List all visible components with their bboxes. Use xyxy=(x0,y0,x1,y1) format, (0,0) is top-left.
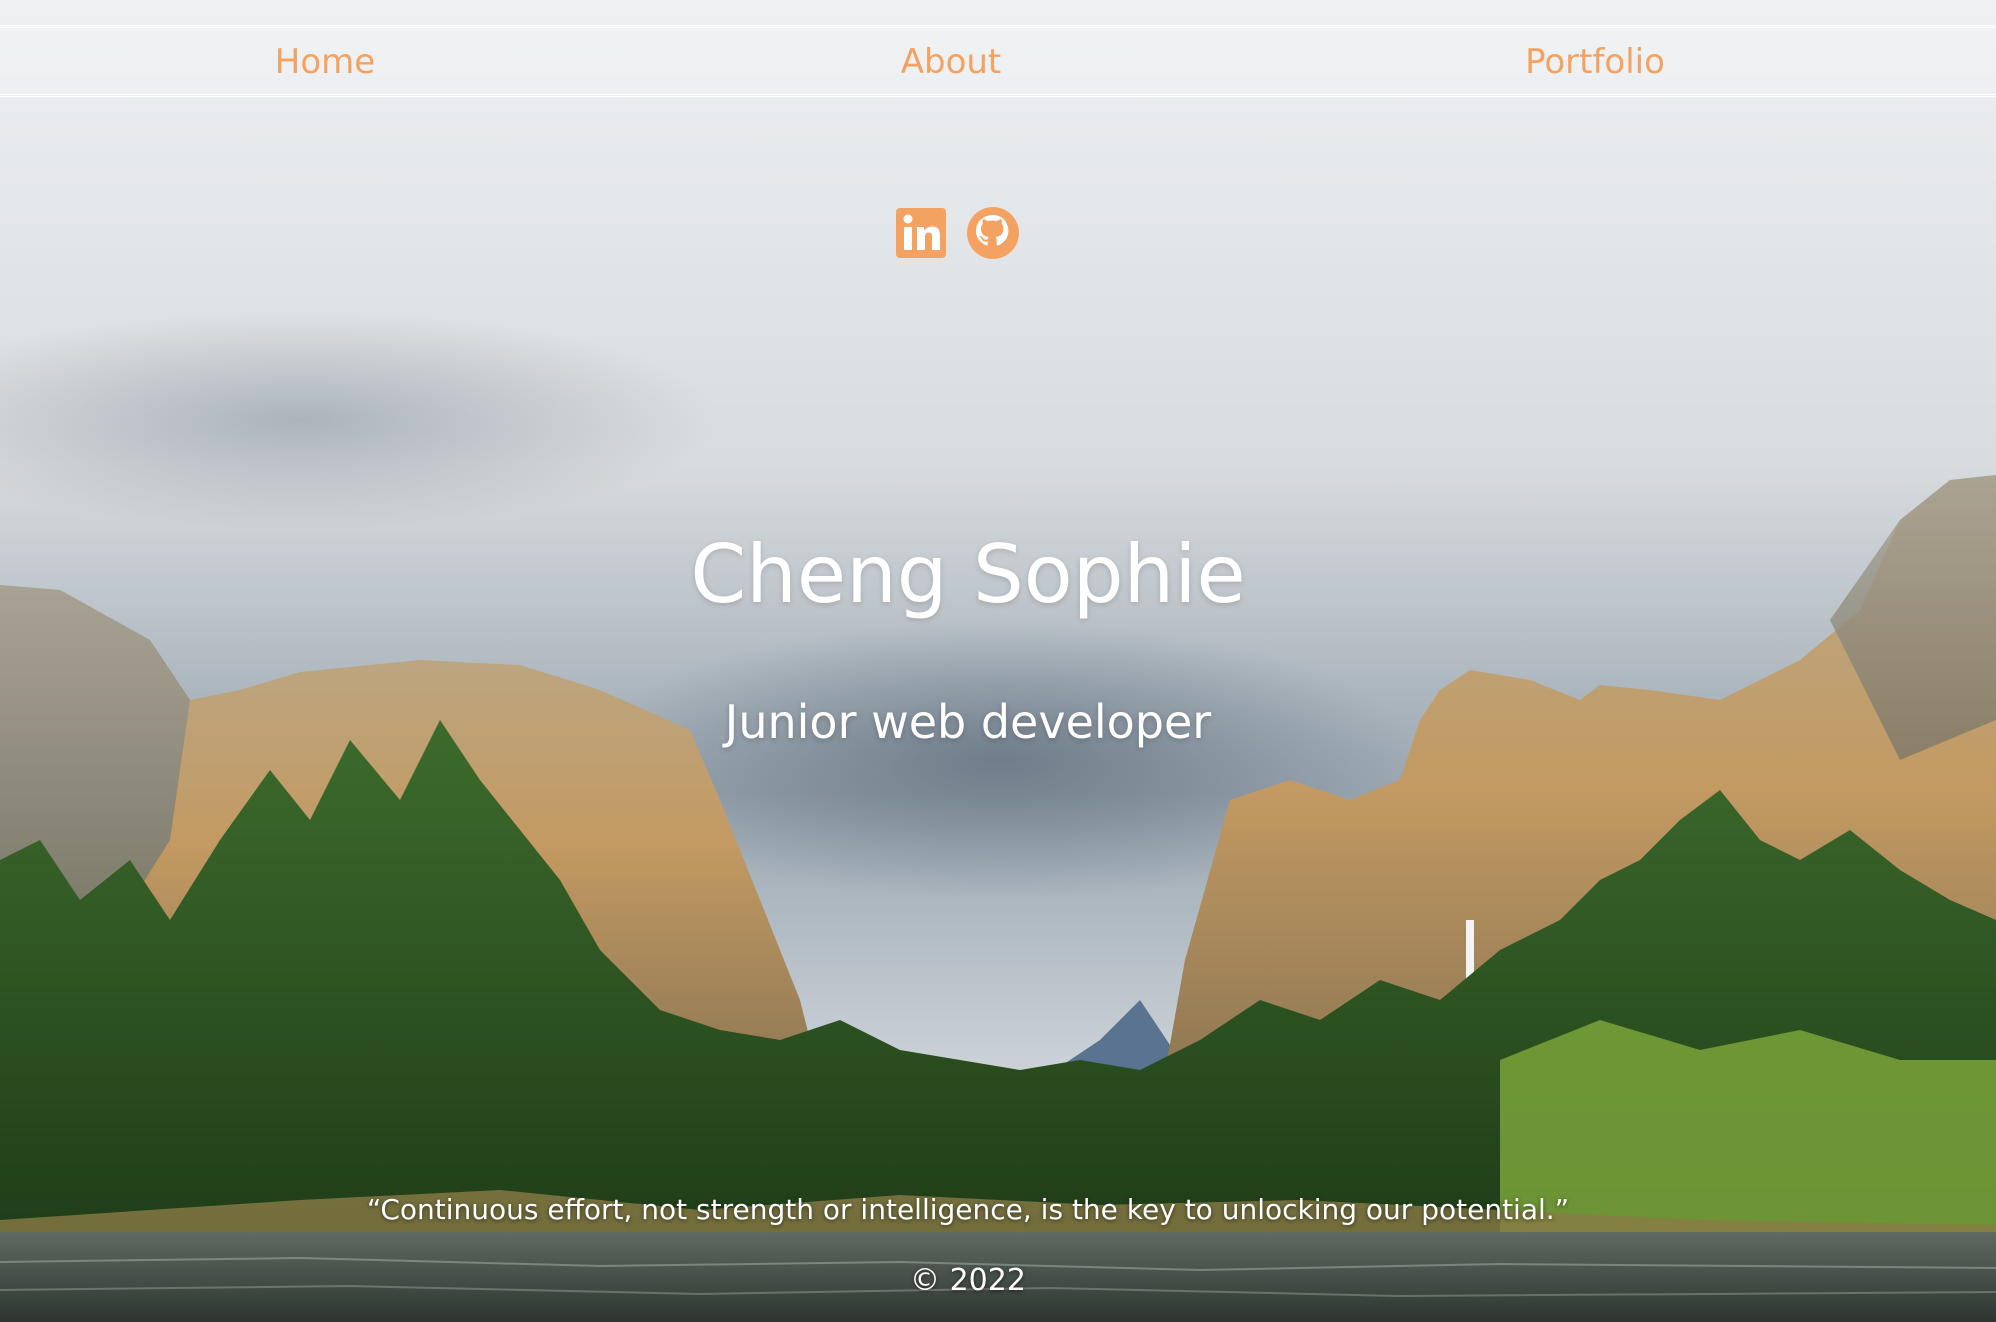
github-icon xyxy=(967,207,1019,259)
linkedin-link[interactable] xyxy=(894,206,948,260)
linkedin-icon xyxy=(896,208,946,258)
nav-about-link[interactable]: About xyxy=(901,42,1002,82)
hero-name-heading: Cheng Sophie xyxy=(690,528,1246,621)
hero-job-title: Junior web developer xyxy=(724,695,1212,749)
footer-copyright: © 2022 xyxy=(910,1263,1026,1298)
top-navigation: Home About Portfolio xyxy=(0,25,1996,97)
page: Home About Portfolio Cheng Sophie Junior… xyxy=(0,0,1996,1322)
nav-home-link[interactable]: Home xyxy=(275,42,375,82)
nav-portfolio-link[interactable]: Portfolio xyxy=(1525,42,1665,82)
social-links xyxy=(894,206,1020,260)
background-landscape-image xyxy=(0,0,1996,1322)
github-link[interactable] xyxy=(966,206,1020,260)
footer-quote: “Continuous effort, not strength or inte… xyxy=(366,1193,1570,1226)
